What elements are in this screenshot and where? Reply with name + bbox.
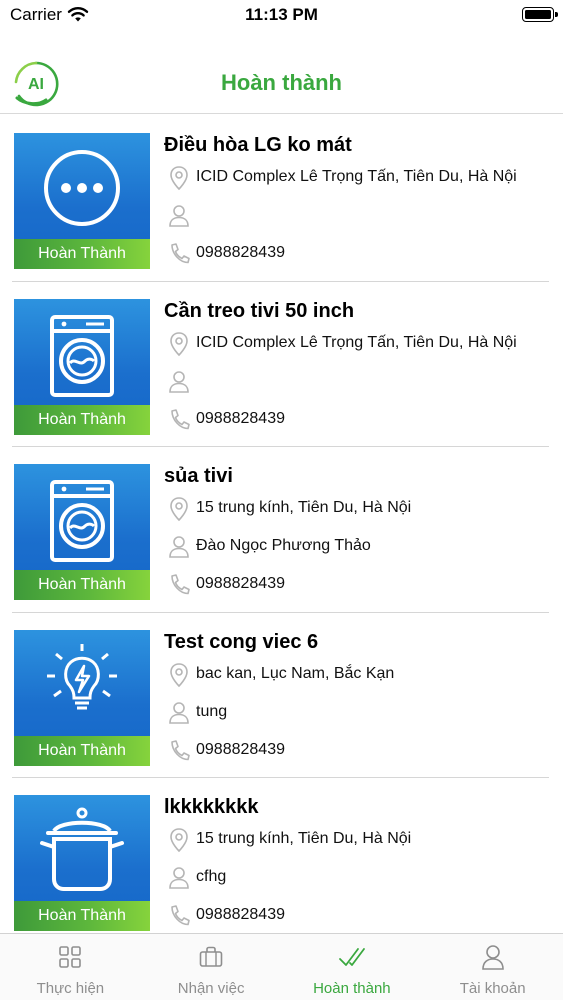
person-icon bbox=[169, 536, 189, 558]
address-text: 15 trung kính, Tiên Du, Hà Nội bbox=[196, 499, 412, 517]
phone-number[interactable]: 0988828439 bbox=[196, 575, 285, 593]
chat-bubble-icon bbox=[44, 150, 120, 226]
phone-icon bbox=[171, 905, 190, 926]
location-pin-icon bbox=[170, 662, 188, 687]
job-thumbnail: Hoàn Thành bbox=[14, 629, 150, 766]
status-badge: Hoàn Thành bbox=[14, 901, 150, 932]
customer-name: Đào Ngọc Phương Thảo bbox=[196, 537, 371, 555]
job-card[interactable]: Hoàn Thành Test cong viec 6 bac kan, Lục… bbox=[0, 611, 563, 778]
tab-label: Tài khoản bbox=[459, 980, 526, 997]
status-badge: Hoàn Thành bbox=[14, 404, 150, 435]
job-card[interactable]: Hoàn Thành lkkkkkkkk 15 trung kính, Tiên… bbox=[0, 777, 563, 933]
briefcase-icon bbox=[199, 946, 223, 967]
phone-icon bbox=[171, 574, 190, 595]
address-text: bac kan, Lục Nam, Bắc Kạn bbox=[196, 664, 395, 682]
address-text: 15 trung kính, Tiên Du, Hà Nội bbox=[196, 830, 412, 848]
job-card[interactable]: Hoàn Thành sủa tivi 15 trung kính, Tiên … bbox=[0, 446, 563, 612]
phone-icon bbox=[171, 408, 190, 429]
job-card[interactable]: Hoàn Thành Điều hòa LG ko mát ICID Compl… bbox=[0, 115, 563, 281]
address-text: ICID Complex Lê Trọng Tấn, Tiên Du, Hà N… bbox=[196, 333, 517, 351]
job-title: Cần treo tivi 50 inch bbox=[164, 299, 355, 322]
job-title: Điều hòa LG ko mát bbox=[164, 134, 352, 156]
customer-name: tung bbox=[196, 702, 228, 720]
address-text: ICID Complex Lê Trọng Tấn, Tiên Du, Hà N… bbox=[196, 168, 517, 185]
phone-number[interactable]: 0988828439 bbox=[196, 410, 285, 428]
location-pin-icon bbox=[170, 331, 188, 356]
phone-icon bbox=[171, 243, 190, 264]
status-badge: Hoàn Thành bbox=[14, 735, 150, 766]
header: AI Hoàn thành bbox=[0, 52, 563, 114]
clock: 11:13 PM bbox=[245, 5, 318, 24]
status-bar: Carrier 11:13 PM bbox=[0, 0, 563, 32]
location-pin-icon bbox=[170, 828, 188, 853]
customer-name: cfhg bbox=[196, 868, 227, 886]
washing-machine-icon bbox=[50, 314, 114, 397]
job-thumbnail: Hoàn Thành bbox=[14, 795, 150, 932]
tab-bar: Thực hiện Nhận việc Hoàn thành Tài khoản bbox=[0, 933, 563, 1000]
cooking-pot-icon bbox=[40, 807, 124, 892]
washing-machine-icon bbox=[50, 480, 114, 563]
status-badge: Hoàn Thành bbox=[14, 239, 150, 269]
location-pin-icon bbox=[170, 497, 188, 522]
person-icon bbox=[169, 701, 189, 724]
tab-label: Hoàn thành bbox=[313, 980, 391, 997]
job-card[interactable]: Hoàn Thành Cần treo tivi 50 inch ICID Co… bbox=[0, 280, 563, 447]
person-icon bbox=[169, 867, 189, 890]
person-icon bbox=[169, 205, 189, 227]
tab-label: Thực hiện bbox=[36, 980, 105, 997]
tab-thuc-hien[interactable]: Thực hiện bbox=[0, 934, 141, 1000]
user-icon bbox=[481, 945, 504, 970]
job-thumbnail: Hoàn Thành bbox=[14, 133, 150, 269]
tab-nhan-viec[interactable]: Nhận việc bbox=[141, 934, 282, 1000]
job-thumbnail: Hoàn Thành bbox=[14, 464, 150, 601]
battery-icon bbox=[522, 7, 558, 22]
location-pin-icon bbox=[170, 166, 188, 191]
light-bulb-icon bbox=[47, 643, 117, 710]
status-badge: Hoàn Thành bbox=[14, 570, 150, 601]
phone-number[interactable]: 0988828439 bbox=[196, 906, 285, 924]
tab-label: Nhận việc bbox=[177, 980, 245, 997]
person-icon bbox=[169, 370, 189, 393]
tab-hoan-thanh[interactable]: Hoàn thành bbox=[282, 934, 423, 1000]
job-list[interactable]: Hoàn Thành Điều hòa LG ko mát ICID Compl… bbox=[0, 115, 563, 933]
phone-number[interactable]: 0988828439 bbox=[196, 244, 285, 262]
double-check-icon bbox=[338, 948, 365, 966]
job-title: Test cong viec 6 bbox=[164, 630, 319, 653]
tab-tai-khoan[interactable]: Tài khoản bbox=[422, 934, 563, 1000]
job-thumbnail: Hoàn Thành bbox=[14, 298, 150, 435]
grid-icon bbox=[59, 946, 82, 968]
job-title: lkkkkkkkk bbox=[164, 796, 259, 819]
phone-number[interactable]: 0988828439 bbox=[196, 741, 285, 759]
job-title: sủa tivi bbox=[164, 465, 233, 488]
phone-icon bbox=[171, 739, 190, 761]
page-title: Hoàn thành bbox=[221, 70, 342, 95]
